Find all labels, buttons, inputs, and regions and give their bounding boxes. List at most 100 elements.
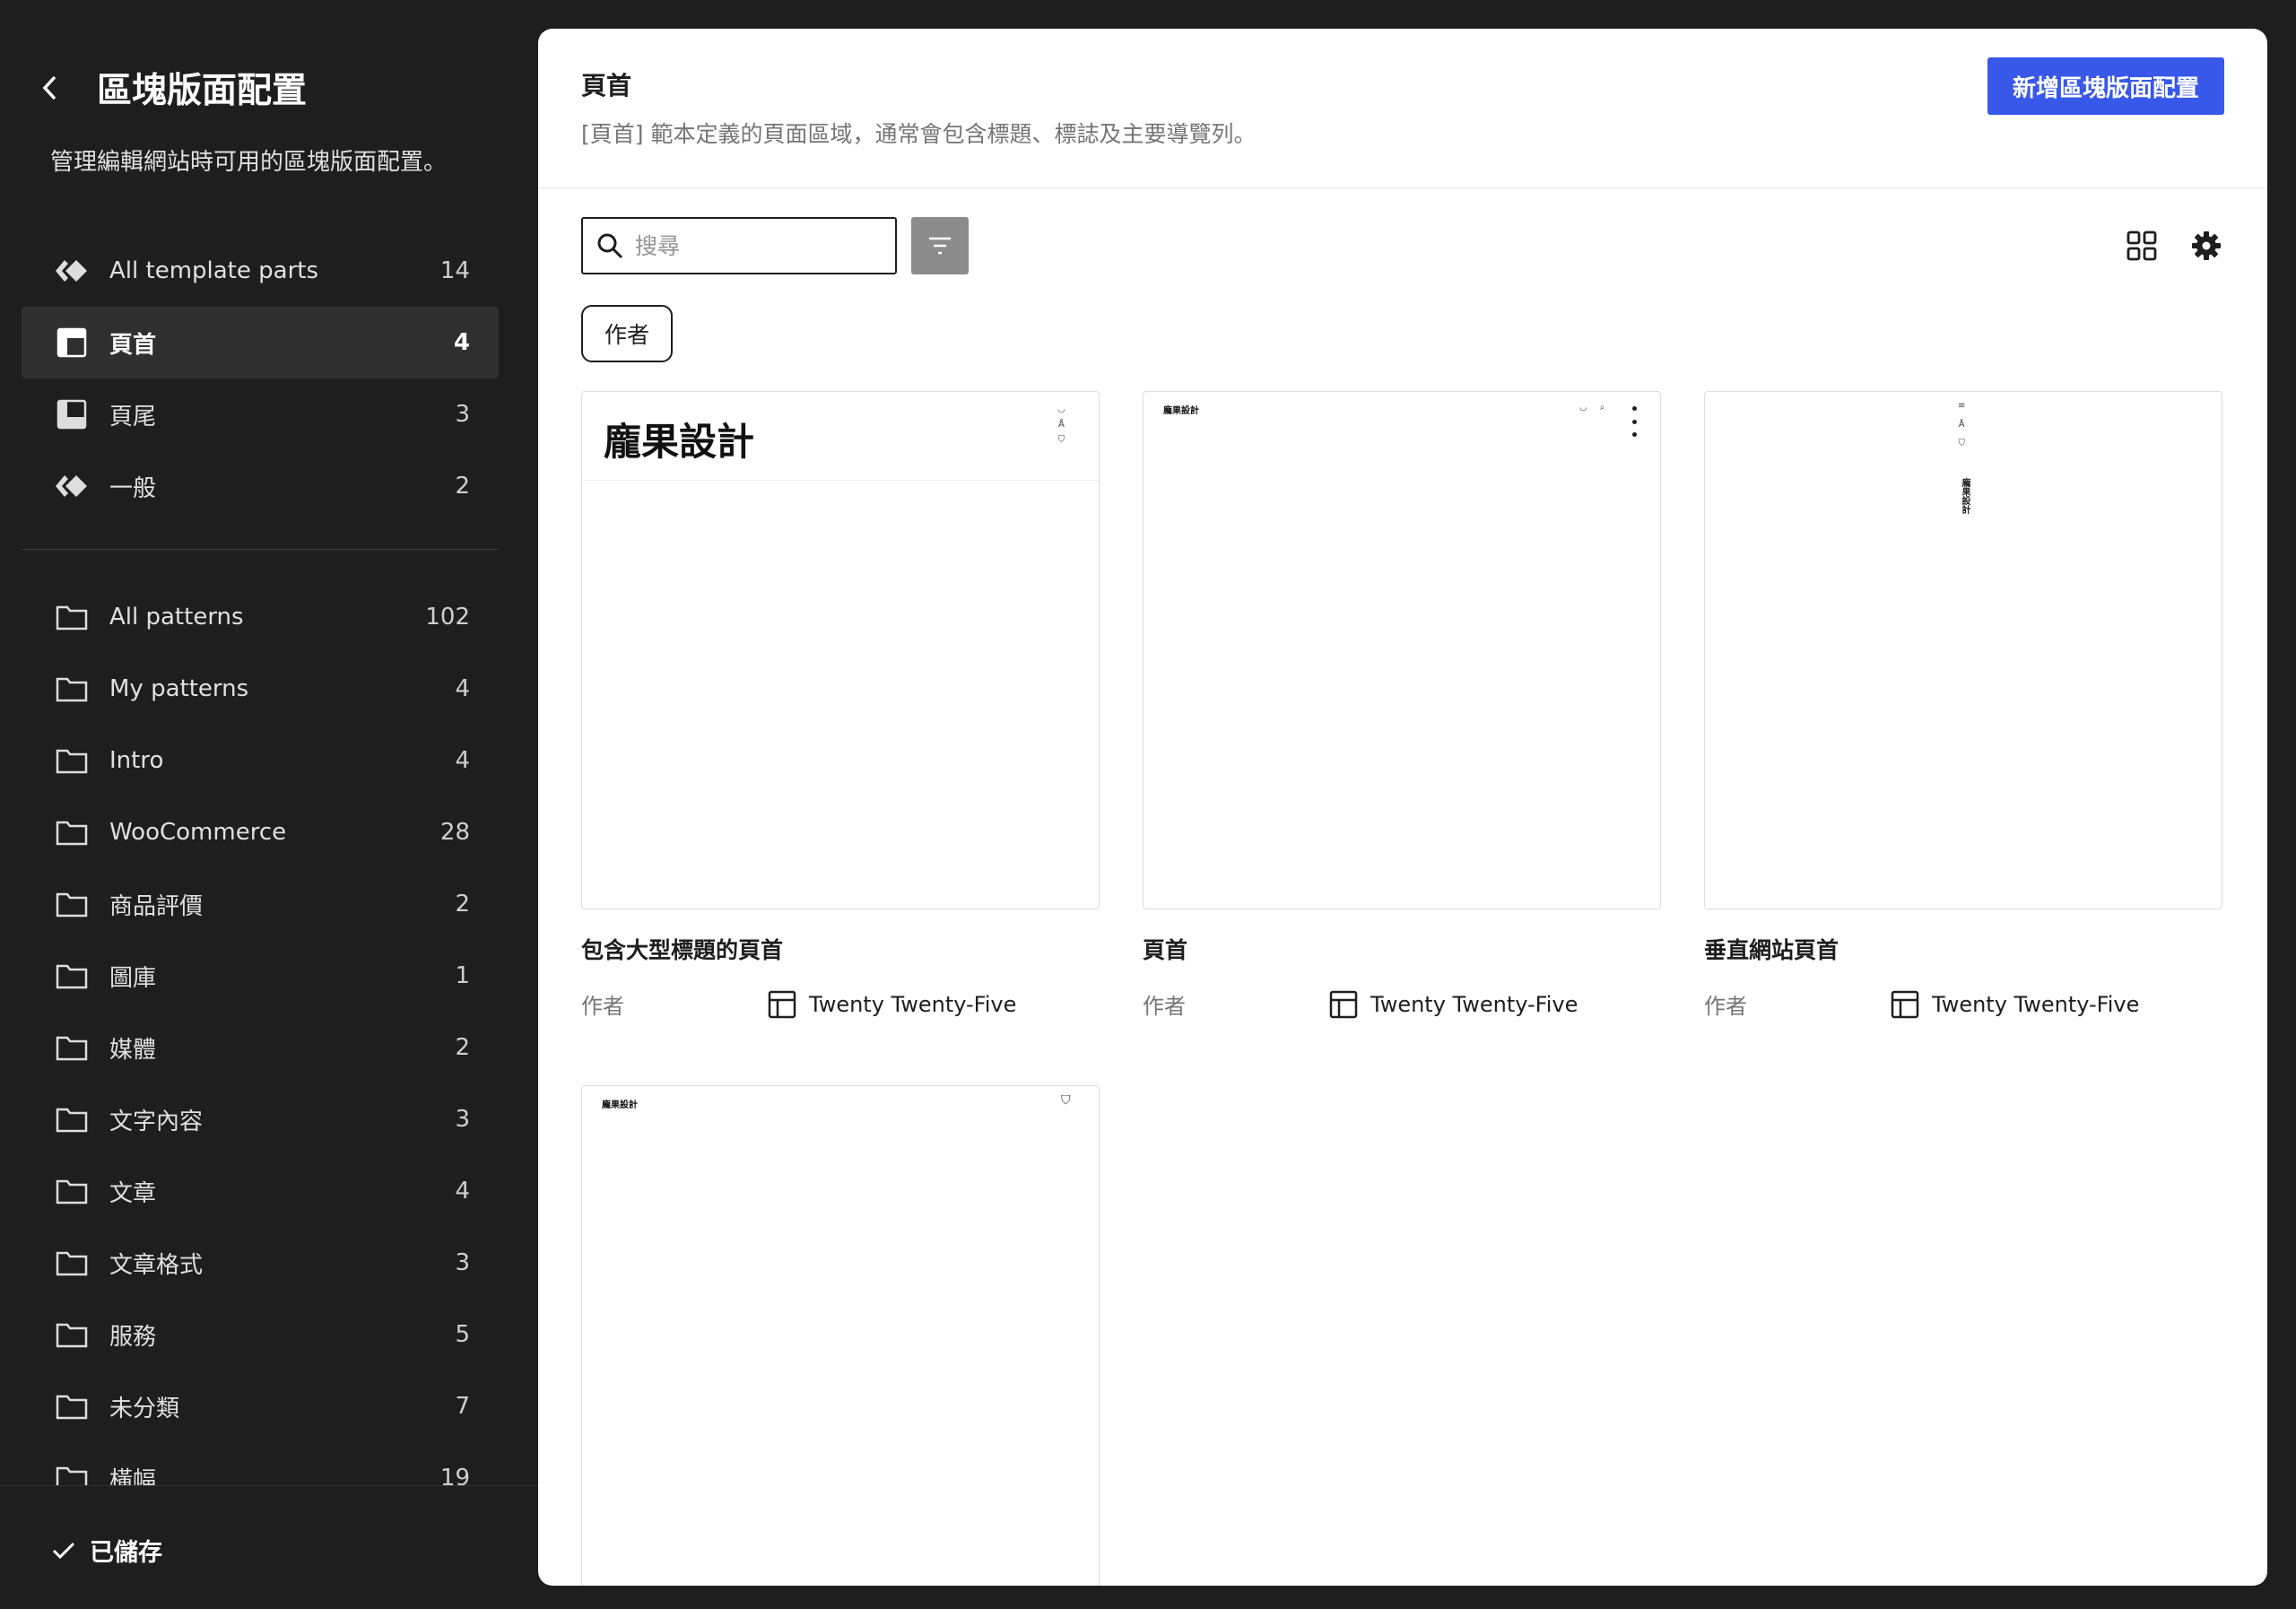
gear-icon (2192, 231, 2221, 260)
theme-name: Twenty Twenty-Five (1370, 991, 1578, 1017)
author-label: 作者 (1143, 994, 1186, 1019)
sidebar-item-count: 3 (455, 1249, 470, 1276)
sidebar-item-my-patterns[interactable]: My patterns 4 (22, 653, 499, 725)
sidebar-item-posts[interactable]: 文章 4 (22, 1155, 499, 1227)
sidebar-item-count: 2 (455, 1034, 470, 1061)
chevron-left-icon (42, 75, 57, 100)
theme-source: Twenty Twenty-Five (768, 990, 1016, 1019)
sidebar-item-count: 14 (439, 257, 470, 284)
preview-site-title: 龐果設計 (1163, 406, 1199, 416)
sidebar-item-all-template-parts[interactable]: All template parts 14 (22, 235, 499, 307)
add-pattern-button[interactable]: 新增區塊版面配置 (1987, 57, 2224, 115)
sidebar-item-label: 文章 (109, 1179, 157, 1207)
pattern-meta: 作者 Twenty Twenty-Five (1704, 988, 2222, 1020)
sidebar-item-text[interactable]: 文字內容 3 (22, 1083, 499, 1155)
pattern-preview[interactable]: ≡ Å ⛉ 龐果設計 (1704, 391, 2222, 909)
folder-icon (54, 1173, 90, 1209)
sidebar-item-count: 4 (455, 1178, 470, 1205)
sidebar-item-footer[interactable]: 頁尾 3 (22, 378, 499, 450)
pattern-preview[interactable]: 龐果設計 ⛉ (581, 1085, 1100, 1586)
pattern-title[interactable]: 頁首 (1143, 933, 1661, 965)
sidebar-item-services[interactable]: 服務 5 (22, 1299, 499, 1370)
sidebar-item-label: All template parts (109, 257, 318, 284)
sidebar-item-header[interactable]: 頁首 4 (22, 307, 499, 378)
template-parts-nav: All template parts 14 頁首 4 頁尾 3 一般 2 (22, 235, 499, 522)
pattern-title[interactable]: 垂直網站頁首 (1704, 933, 2222, 965)
sidebar-footer: 已儲存 (0, 1485, 538, 1609)
sidebar-item-uncategorized[interactable]: 未分類 7 (22, 1370, 499, 1442)
sidebar-item-woocommerce[interactable]: WooCommerce 28 (22, 796, 499, 868)
header-icon (54, 325, 90, 361)
search-box[interactable] (581, 217, 897, 274)
sidebar-description: 管理編輯網站時可用的區塊版面配置。 (50, 149, 448, 176)
sidebar-item-label: 文字內容 (109, 1108, 204, 1135)
folder-icon (54, 1030, 90, 1065)
sidebar-item-count: 3 (455, 1106, 470, 1133)
sidebar-item-count: 4 (455, 747, 470, 774)
sidebar-item-media[interactable]: 媒體 2 (22, 1012, 499, 1083)
main-header: 頁首 [頁首] 範本定義的頁面區域，通常會包含標題、標誌及主要導覽列。 新增區塊… (538, 29, 2267, 188)
sidebar-header: 區塊版面配置 (36, 63, 307, 113)
sidebar-item-label: Intro (109, 747, 164, 774)
sidebar-item-post-format[interactable]: 文章格式 3 (22, 1227, 499, 1299)
filter-button[interactable] (911, 217, 969, 274)
preview-search-icon: ⌕ (1599, 403, 1605, 413)
theme-source: Twenty Twenty-Five (1891, 990, 2139, 1019)
theme-source: Twenty Twenty-Five (1329, 990, 1578, 1019)
folder-icon (54, 814, 90, 850)
sidebar-item-intro[interactable]: Intro 4 (22, 725, 499, 796)
pattern-title[interactable]: 包含大型標題的頁首 (581, 933, 1100, 965)
sidebar-divider (22, 549, 499, 550)
sidebar-item-count: 5 (455, 1321, 470, 1348)
sidebar-item-reviews[interactable]: 商品評價 2 (22, 868, 499, 940)
sidebar-item-general[interactable]: 一般 2 (22, 450, 499, 522)
sidebar-item-count: 1 (455, 962, 470, 989)
sidebar-item-label: 未分類 (109, 1395, 180, 1422)
view-options-button[interactable] (2188, 228, 2224, 264)
layout-icon (1891, 990, 1919, 1018)
folder-icon (54, 671, 90, 707)
author-filter-chip[interactable]: 作者 (581, 305, 674, 362)
back-button[interactable] (36, 74, 65, 102)
view-controls (2095, 228, 2224, 264)
sidebar-item-label: 圖庫 (109, 964, 157, 992)
sidebar-title: 區塊版面配置 (97, 71, 308, 111)
preview-cart-icon: ⛉ (1061, 1093, 1071, 1108)
sidebar-item-all-patterns[interactable]: All patterns 102 (22, 581, 499, 653)
grid-icon (2126, 230, 2157, 261)
sidebar-item-label: All patterns (109, 604, 244, 631)
folder-icon (54, 1460, 90, 1487)
pattern-preview[interactable]: 龐果設計 ◡ Å ⛉ (581, 391, 1100, 909)
search-input[interactable] (635, 232, 868, 259)
grid-view-button[interactable] (2124, 228, 2160, 264)
author-label: 作者 (1704, 994, 1747, 1019)
sidebar-item-banners[interactable]: 橫幅 19 (22, 1442, 499, 1487)
pattern-categories-nav[interactable]: All patterns 102 My patterns 4 Intro 4 W… (22, 581, 499, 1487)
more-options-button[interactable] (1628, 406, 1640, 437)
pattern-preview[interactable]: 龐果設計 ◡ ⌕ (1143, 391, 1661, 909)
pattern-meta: 作者 Twenty Twenty-Five (1143, 988, 1661, 1020)
layout-icon (1329, 990, 1358, 1018)
sidebar-item-label: 服務 (109, 1323, 157, 1351)
saved-label: 已儲存 (90, 1539, 162, 1567)
folder-icon (54, 743, 90, 778)
sidebar-item-label: My patterns (109, 675, 249, 702)
main-panel: 頁首 [頁首] 範本定義的頁面區域，通常會包含標題、標誌及主要導覽列。 新增區塊… (538, 29, 2267, 1586)
sidebar-item-count: 4 (455, 675, 470, 702)
sidebar-item-gallery[interactable]: 圖庫 1 (22, 940, 499, 1012)
preview-site-title: 龐果設計 (602, 1100, 638, 1110)
sidebar-item-label: 頁尾 (109, 403, 157, 431)
preview-icons: ◡ ⌕ (1579, 403, 1605, 413)
folder-icon (54, 886, 90, 922)
layout-icon (768, 990, 796, 1018)
preview-icons: ⛉ (1061, 1093, 1071, 1108)
folder-icon (54, 599, 90, 635)
preview-account-icon: Å (1958, 420, 1965, 430)
saved-status: 已儲存 (52, 1533, 162, 1568)
search-icon (597, 233, 623, 259)
preview-site-title: 龐果設計 (1960, 478, 1970, 514)
check-icon (52, 1542, 75, 1559)
folder-icon (54, 1101, 90, 1137)
folder-icon (54, 1317, 90, 1352)
toolbar (581, 217, 969, 274)
